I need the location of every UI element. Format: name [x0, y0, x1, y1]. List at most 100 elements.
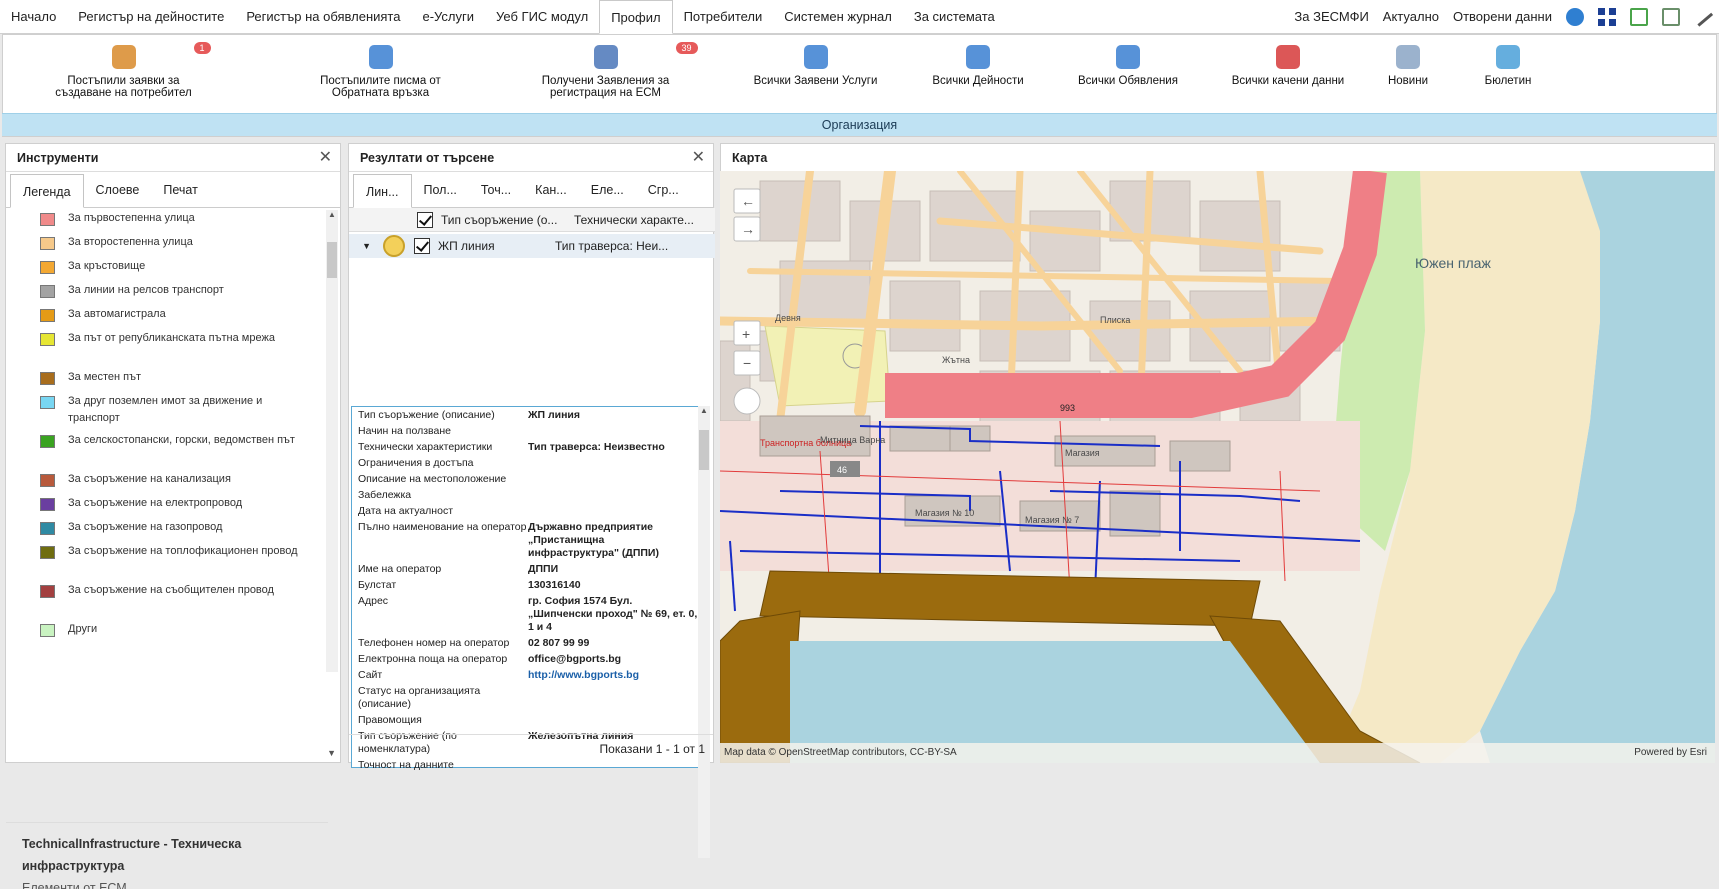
nav-item[interactable]: Регистър на обявленията: [235, 0, 411, 33]
toolbar-label: Постъпили заявки за създаване на потреби…: [55, 75, 192, 99]
nav-item[interactable]: Уеб ГИС модул: [485, 0, 599, 33]
svg-text:+: +: [742, 326, 750, 342]
nav-right-item[interactable]: Отворени данни: [1446, 9, 1559, 24]
nav-right-item[interactable]: Актуално: [1376, 9, 1446, 24]
toolbar-item[interactable]: Новини: [1378, 45, 1438, 87]
close-icon[interactable]: ✕: [692, 144, 705, 172]
legend-label: За съоръжение на топлофикационен провод: [68, 545, 298, 557]
result-name: ЖП линия: [438, 239, 495, 253]
legend-item: За съоръжение на топлофикационен провод: [6, 543, 328, 582]
gear-people-icon: [803, 45, 828, 69]
toolbar-item[interactable]: Получени Заявления за регистрация на ЕСМ: [523, 45, 688, 99]
tools-icon[interactable]: [1692, 6, 1714, 27]
detail-key: Забележка: [358, 489, 412, 501]
legend-swatch: [40, 585, 55, 598]
detail-row: Електронна поща на оператор office@bgport…: [352, 651, 698, 667]
news-icon: [1396, 45, 1420, 69]
rss-icon: [1496, 45, 1520, 69]
mail-icon[interactable]: [1630, 7, 1648, 26]
infrastructure-title: TechnicalInfrastructure - Техническа инф…: [22, 837, 242, 873]
results-tab[interactable]: Точ...: [469, 173, 523, 207]
row-checkbox[interactable]: [414, 238, 430, 254]
nav-item[interactable]: е-Услуги: [411, 0, 485, 33]
detail-key: Сайт: [358, 669, 383, 681]
grid-icon[interactable]: [1662, 7, 1680, 26]
zoom-to-icon[interactable]: [383, 235, 405, 257]
detail-row: Пълно наименование на оператор Държавно п…: [352, 519, 698, 561]
tools-tabs: Легенда Слоеве Печат: [6, 172, 340, 208]
detail-key: Технически характеристики: [358, 441, 493, 453]
nav-item[interactable]: Потребители: [673, 0, 774, 33]
detail-value: Тип траверса: Неизвестно: [528, 441, 665, 453]
network-icon: [593, 45, 618, 69]
nav-item[interactable]: За системата: [903, 0, 1006, 33]
select-all-checkbox[interactable]: [417, 211, 433, 228]
toolbar-item[interactable]: Всички Дейности: [908, 45, 1048, 87]
detail-key: Електронна поща на оператор: [358, 653, 508, 665]
nav-item[interactable]: Начало: [0, 0, 67, 33]
detail-value[interactable]: http://www.bgports.bg: [528, 669, 698, 682]
toolbar-label: Получени Заявления за регистрация на ЕСМ: [541, 75, 670, 99]
detail-row: Описание на местоположение: [352, 471, 698, 487]
legend-swatch: [40, 435, 55, 448]
detail-row: Ограничения в достъпа: [352, 455, 698, 471]
results-tab[interactable]: Сгр...: [636, 173, 691, 207]
map-title: Карта: [732, 151, 768, 165]
legend-item: За линии на релсов транспорт: [6, 282, 328, 306]
tools-tab[interactable]: Печат: [151, 173, 209, 207]
detail-value: 130316140: [528, 579, 581, 591]
tools-tab[interactable]: Легенда: [10, 174, 84, 208]
nav-item[interactable]: Системен журнал: [773, 0, 903, 33]
scroll-down-icon[interactable]: ▼: [327, 748, 336, 758]
legend-swatch: [40, 498, 55, 511]
detail-key: Начин на ползване: [358, 425, 451, 437]
map-view[interactable]: Южен плаж Девня Магазия Магазия № 10 Маг…: [720, 171, 1715, 763]
legend-swatch: [40, 261, 55, 274]
toolbar-item[interactable]: Постъпилите писма от Обратната връзка: [298, 45, 463, 99]
results-tabs: Лин... Пол... Точ... Кан... Еле... Сгр...: [349, 172, 713, 208]
results-tab[interactable]: Лин...: [353, 174, 412, 208]
infrastructure-section[interactable]: TechnicalInfrastructure - Техническа инф…: [6, 822, 328, 889]
detail-key: Ограничения в достъпа: [358, 457, 474, 469]
detail-key: Дата на актуалност: [358, 505, 453, 517]
legend-scrollbar[interactable]: ▲: [326, 210, 338, 672]
legend-label: За съоръжение на съобщителен провод: [68, 584, 274, 596]
column-header[interactable]: Технически характе...: [568, 213, 698, 227]
results-scrollbar[interactable]: ▲: [698, 406, 710, 858]
toolbar-item[interactable]: Постъпили заявки за създаване на потреби…: [41, 45, 206, 99]
esri-credit: Powered by Esri: [1634, 747, 1707, 758]
map-label: Магазия: [1065, 448, 1100, 458]
collapse-icon[interactable]: ▼: [357, 241, 371, 251]
nav-item[interactable]: Регистър на дейностите: [67, 0, 235, 33]
column-header[interactable]: Тип съоръжение (о...: [433, 213, 568, 227]
legend-item: За съоръжение на електропровод: [6, 495, 328, 519]
user-request-icon: [111, 45, 136, 69]
legend-swatch: [40, 309, 55, 322]
detail-key: Булстат: [358, 579, 397, 591]
uk-flag-icon[interactable]: [1598, 7, 1616, 26]
detail-value: [528, 457, 698, 470]
toolbar-item[interactable]: Бюлетин: [1478, 45, 1538, 87]
user-icon[interactable]: [1566, 7, 1584, 26]
detail-value: [528, 425, 698, 438]
nav-right-item[interactable]: За ЗЕСМФИ: [1287, 9, 1375, 24]
tools-title: Инструменти: [17, 151, 99, 165]
close-icon[interactable]: ✕: [319, 144, 332, 172]
organization-bar[interactable]: Организация: [2, 113, 1717, 136]
toolbar-item[interactable]: Всички качени данни: [1213, 45, 1363, 87]
results-tab[interactable]: Кан...: [523, 173, 579, 207]
results-tab[interactable]: Еле...: [579, 173, 636, 207]
map-canvas[interactable]: Южен плаж Девня Магазия Магазия № 10 Маг…: [720, 171, 1715, 763]
map-label: Митница Варна: [820, 435, 885, 445]
detail-key: Име на оператор: [358, 563, 442, 575]
toolbar-item[interactable]: Всички Обявления: [1058, 45, 1198, 87]
tools-tab[interactable]: Слоеве: [84, 173, 152, 207]
detail-value: ДППИ: [528, 563, 559, 575]
result-row[interactable]: ▼ ЖП линия Тип траверса: Неи...: [349, 234, 715, 258]
results-tab[interactable]: Пол...: [412, 173, 469, 207]
legend-swatch: [40, 213, 55, 226]
legend-label: За път от републиканската пътна мрежа: [68, 332, 275, 344]
nav-item[interactable]: Профил: [599, 0, 673, 34]
toolbar-item[interactable]: Всички Заявени Услуги: [738, 45, 893, 87]
feedback-icon: [368, 45, 393, 69]
